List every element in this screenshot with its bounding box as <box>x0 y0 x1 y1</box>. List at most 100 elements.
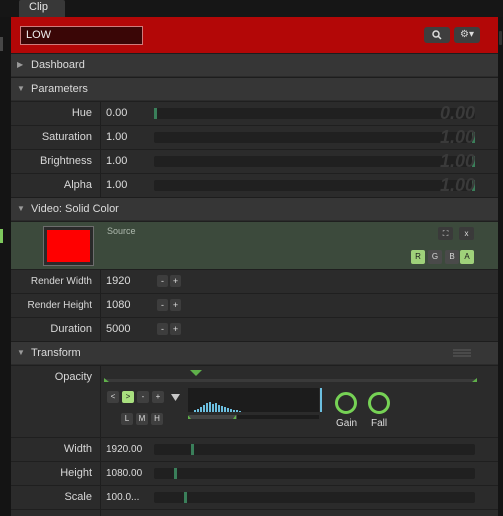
row-label: Width <box>63 443 92 455</box>
section-parameters[interactable]: ▼ Parameters <box>11 77 498 100</box>
row-label: Duration <box>50 323 92 335</box>
slider-handle[interactable] <box>154 108 157 119</box>
gain-knob[interactable] <box>335 392 357 414</box>
width-row: Width 1920.00 <box>11 437 498 462</box>
divider <box>100 150 101 174</box>
increment-button[interactable]: + <box>170 299 181 311</box>
source-label: Source <box>107 226 136 236</box>
divider <box>100 486 101 510</box>
width-slider[interactable] <box>154 444 475 455</box>
section-video-solid-color[interactable]: ▼ Video: Solid Color <box>11 197 498 220</box>
brightness-slider[interactable]: 1.00 <box>154 151 475 171</box>
increment-button[interactable]: + <box>170 275 181 287</box>
decrement-button[interactable]: - <box>157 275 168 287</box>
left-panel-edge <box>0 17 11 516</box>
slider-handle[interactable] <box>191 444 194 455</box>
row-label: Render Width <box>30 276 92 287</box>
param-value[interactable]: 1.00 <box>106 150 127 173</box>
row-label: Height <box>60 467 92 479</box>
decrement-button[interactable]: - <box>157 299 168 311</box>
channel-r-toggle[interactable]: R <box>411 250 425 264</box>
scale-row: Scale 100.0... <box>11 485 498 510</box>
row-label: Render Height <box>27 300 92 311</box>
alpha-slider[interactable]: 1.00 <box>154 175 475 195</box>
fullscreen-icon: ⛶ <box>442 229 449 238</box>
height-row: Height 1080.00 <box>11 461 498 486</box>
expand-icon: ▶ <box>17 60 24 69</box>
duration-value[interactable]: 5000 <box>106 318 130 341</box>
plus-button[interactable]: + <box>152 391 164 403</box>
collapse-icon: ▼ <box>17 348 25 357</box>
right-panel-edge <box>498 17 503 516</box>
height-slider[interactable] <box>154 468 475 479</box>
drag-handle-icon[interactable] <box>453 349 471 358</box>
scale-slider[interactable] <box>154 492 475 503</box>
fullscreen-button[interactable]: ⛶ <box>438 227 453 240</box>
divider <box>100 366 101 438</box>
saturation-slider[interactable]: 1.00 <box>154 127 475 147</box>
next-row <box>11 509 498 516</box>
divider <box>100 126 101 150</box>
param-value[interactable]: 0.00 <box>106 102 127 125</box>
opacity-timeline[interactable] <box>104 369 477 385</box>
search-bar: LOW ⚙▾ <box>11 17 498 53</box>
param-label: Brightness <box>40 155 92 167</box>
collapse-icon: ▼ <box>17 84 25 93</box>
search-input[interactable]: LOW <box>20 26 143 45</box>
fall-knob[interactable] <box>368 392 390 414</box>
divider <box>100 102 101 126</box>
render-height-row: Render Height 1080 - + <box>11 293 498 318</box>
high-band-button[interactable]: H <box>151 413 163 425</box>
width-value[interactable]: 1920.00 <box>106 438 142 461</box>
param-row-alpha: Alpha 1.00 1.00 <box>11 173 498 198</box>
row-label: Scale <box>64 491 92 503</box>
close-button[interactable]: x <box>459 227 474 240</box>
slider-handle[interactable] <box>174 468 177 479</box>
duration-row: Duration 5000 - + <box>11 317 498 342</box>
mid-band-button[interactable]: M <box>136 413 148 425</box>
render-width-value[interactable]: 1920 <box>106 270 130 293</box>
hue-slider[interactable]: 0.00 <box>154 103 475 123</box>
edge-marker <box>499 31 502 45</box>
increment-button[interactable]: + <box>170 323 181 335</box>
scale-value[interactable]: 100.0... <box>106 486 139 509</box>
section-title: Dashboard <box>31 59 85 71</box>
channel-b-toggle[interactable]: B <box>445 250 459 264</box>
divider <box>100 294 101 318</box>
clip-panel: LOW ⚙▾ ▶ Dashboard ▼ Parameters Hue 0.00… <box>11 17 498 516</box>
edge-marker <box>0 37 3 51</box>
tab-clip[interactable]: Clip <box>19 0 65 17</box>
prev-button[interactable]: < <box>107 391 119 403</box>
close-icon: x <box>464 229 469 238</box>
height-value[interactable]: 1080.00 <box>106 462 142 485</box>
section-transform[interactable]: ▼ Transform <box>11 341 498 364</box>
channel-g-toggle[interactable]: G <box>428 250 442 264</box>
param-label: Alpha <box>63 179 92 191</box>
dropdown-arrow-icon[interactable] <box>171 394 180 401</box>
param-value[interactable]: 1.00 <box>106 174 127 197</box>
slider-handle[interactable] <box>184 492 187 503</box>
source-area: Source ⛶ x R G B A <box>11 221 498 269</box>
opacity-area: Opacity < > - + L M H Gain Fall <box>11 365 498 438</box>
divider <box>100 318 101 342</box>
decrement-button[interactable]: - <box>157 323 168 335</box>
divider <box>100 174 101 198</box>
audio-spectrum[interactable] <box>188 388 324 430</box>
low-band-button[interactable]: L <box>121 413 133 425</box>
minus-button[interactable]: - <box>137 391 149 403</box>
render-height-value[interactable]: 1080 <box>106 294 130 317</box>
gain-label: Gain <box>336 418 358 429</box>
search-button[interactable] <box>424 27 450 43</box>
gear-icon: ⚙▾ <box>460 29 474 40</box>
param-value[interactable]: 1.00 <box>106 126 127 149</box>
render-width-row: Render Width 1920 - + <box>11 269 498 294</box>
divider <box>100 438 101 462</box>
next-button[interactable]: > <box>122 391 134 403</box>
color-swatch[interactable] <box>43 226 94 266</box>
divider <box>100 270 101 294</box>
tab-bar: Clip <box>0 0 503 17</box>
channel-a-toggle[interactable]: A <box>460 250 474 264</box>
collapse-icon: ▼ <box>17 204 25 213</box>
settings-button[interactable]: ⚙▾ <box>454 27 480 43</box>
section-dashboard[interactable]: ▶ Dashboard <box>11 53 498 76</box>
